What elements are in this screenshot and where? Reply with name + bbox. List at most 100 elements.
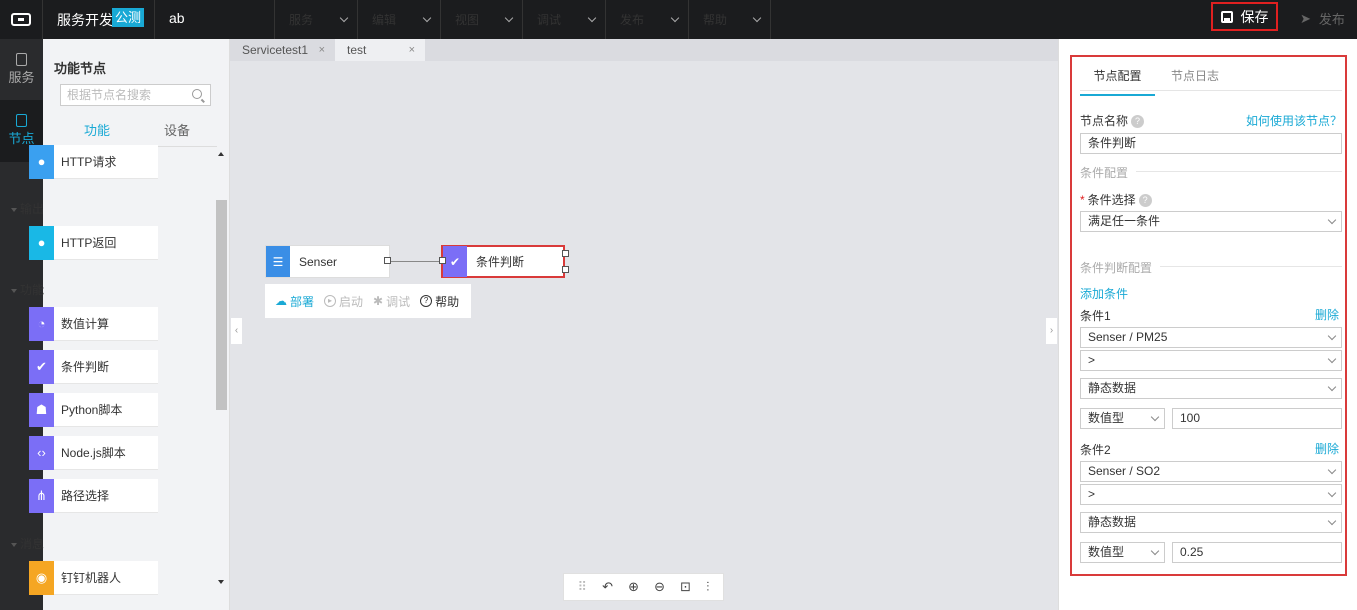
tab-test[interactable]: test ×: [335, 39, 425, 61]
menu-debug[interactable]: 调试: [522, 0, 605, 39]
category-message[interactable]: 消息: [11, 535, 44, 552]
condition-1-value-input[interactable]: 100: [1172, 408, 1342, 429]
category-function[interactable]: 功能: [11, 281, 44, 298]
node-item-label: 钉钉机器人: [61, 571, 122, 585]
connection-line[interactable]: [390, 261, 442, 262]
rail-item-service[interactable]: 服务: [0, 49, 43, 99]
caret-down-icon: [11, 207, 17, 212]
input-port[interactable]: [439, 257, 446, 264]
menu-publish[interactable]: 发布: [605, 0, 688, 39]
condition-2-operator-select[interactable]: >: [1080, 484, 1342, 505]
node-item-dingtalk[interactable]: ◉ 钉钉机器人: [29, 560, 158, 595]
route-icon: ⋔: [29, 478, 54, 513]
zoom-in-icon[interactable]: ⊕: [628, 579, 639, 595]
start-label: 启动: [339, 294, 364, 309]
search-icon[interactable]: [192, 89, 202, 99]
delete-condition-1-button[interactable]: 删除: [1315, 306, 1339, 323]
logo-icon: [11, 13, 31, 26]
fit-view-icon[interactable]: ⊡: [680, 579, 691, 595]
delete-condition-2-button[interactable]: 删除: [1315, 440, 1339, 457]
scroll-up-icon[interactable]: [218, 152, 224, 156]
add-condition-link[interactable]: 添加条件: [1080, 285, 1128, 302]
check-icon: ✔: [29, 349, 54, 384]
condition-2-label: 条件2: [1080, 443, 1111, 457]
condition-select-label: * 条件选择?: [1080, 191, 1152, 208]
category-output[interactable]: 输出: [11, 200, 44, 217]
deploy-button[interactable]: ☁ 部署: [275, 293, 314, 310]
pie-icon: ◔: [29, 306, 54, 341]
panel-title: 功能节点: [54, 61, 107, 76]
node-item-label: Python脚本: [61, 403, 123, 417]
condition-2-value-kind-select[interactable]: 静态数据: [1080, 512, 1342, 533]
tab-function[interactable]: 功能: [57, 121, 137, 147]
project-name[interactable]: ab: [169, 10, 185, 26]
search-box[interactable]: [60, 84, 211, 106]
scroll-down-icon[interactable]: [218, 580, 224, 584]
category-label: 功能: [20, 283, 45, 297]
help-button[interactable]: ? 帮助: [420, 293, 459, 310]
node-item-condition[interactable]: ✔ 条件判断: [29, 349, 158, 384]
chevron-down-icon: [752, 13, 762, 23]
help-icon[interactable]: ?: [1138, 194, 1152, 208]
condition-2-type-select[interactable]: 数值型: [1080, 542, 1165, 563]
condition-1-source-select[interactable]: Senser / PM25: [1080, 327, 1342, 348]
node-item-http-response[interactable]: ● HTTP返回: [29, 225, 158, 260]
save-button[interactable]: 保存: [1211, 2, 1278, 31]
collapse-right-icon[interactable]: ›: [1046, 318, 1057, 344]
condition-1-type-select[interactable]: 数值型: [1080, 408, 1165, 429]
flow-node-senser[interactable]: ☰ Senser: [265, 245, 390, 278]
menu-view[interactable]: 视图: [440, 0, 522, 39]
how-to-use-link[interactable]: 如何使用该节点？: [1246, 112, 1342, 129]
section-judge-config: 条件判断配置: [1080, 261, 1153, 275]
node-name-field[interactable]: 条件判断: [1080, 133, 1342, 154]
search-input[interactable]: [61, 85, 181, 105]
chevron-down-icon: [339, 13, 349, 23]
help-icon[interactable]: ?: [1131, 115, 1145, 129]
publish-label: 发布: [1318, 12, 1345, 27]
collapse-left-icon[interactable]: ‹: [231, 318, 242, 344]
menu-service[interactable]: 服务: [274, 0, 357, 39]
condition-1-operator-select[interactable]: >: [1080, 350, 1342, 371]
node-item-python[interactable]: ☗ Python脚本: [29, 392, 158, 427]
tab-servicetest1[interactable]: Servicetest1 ×: [230, 39, 335, 61]
menu-label: 调试: [537, 13, 562, 27]
tab-node-config[interactable]: 节点配置: [1080, 67, 1155, 96]
caret-down-icon: [11, 542, 17, 547]
menu-edit[interactable]: 编辑: [357, 0, 440, 39]
node-item-http-request[interactable]: ● HTTP请求: [29, 144, 158, 179]
publish-button[interactable]: ➤ 发布: [1300, 9, 1345, 28]
condition-2-source-select[interactable]: Senser / SO2: [1080, 461, 1342, 482]
output-port-false[interactable]: [562, 266, 569, 273]
zoom-out-icon[interactable]: ⊖: [654, 579, 665, 595]
node-item-calc[interactable]: ◔ 数值计算: [29, 306, 158, 341]
chevron-down-icon: [504, 13, 514, 23]
condition-1-value-kind-select[interactable]: 静态数据: [1080, 378, 1342, 399]
output-port-true[interactable]: [562, 250, 569, 257]
output-port[interactable]: [384, 257, 391, 264]
tab-node-log[interactable]: 节点日志: [1160, 67, 1230, 84]
tab-device[interactable]: 设备: [137, 121, 217, 147]
tab-label: Servicetest1: [242, 43, 309, 57]
menu-label: 服务: [289, 13, 314, 27]
drag-handle-icon[interactable]: ⠿: [578, 579, 588, 595]
flow-node-condition[interactable]: ✔ 条件判断: [441, 245, 565, 278]
undo-icon[interactable]: ↶: [602, 579, 613, 595]
divider: [1080, 90, 1342, 91]
close-icon[interactable]: ×: [319, 44, 325, 56]
node-label: 条件判断: [476, 255, 525, 269]
condition-2-value-input[interactable]: 0.25: [1172, 542, 1342, 563]
code-icon: ‹›: [29, 435, 54, 470]
settings-sliders-icon[interactable]: ⫶: [706, 579, 709, 595]
close-icon[interactable]: ×: [409, 44, 415, 56]
logo[interactable]: [0, 0, 43, 39]
node-item-route[interactable]: ⋔ 路径选择: [29, 478, 158, 513]
menu-label: 帮助: [703, 13, 728, 27]
node-item-nodejs[interactable]: ‹› Node.js脚本: [29, 435, 158, 470]
flow-canvas[interactable]: [230, 39, 1058, 610]
start-button[interactable]: ▸ 启动: [324, 293, 363, 310]
node-item-label: 条件判断: [61, 360, 110, 374]
scrollbar-thumb[interactable]: [216, 200, 227, 410]
condition-select[interactable]: 满足任一条件: [1080, 211, 1342, 232]
menu-help[interactable]: 帮助: [688, 0, 771, 39]
debug-button[interactable]: ✱ 调试: [373, 293, 410, 310]
